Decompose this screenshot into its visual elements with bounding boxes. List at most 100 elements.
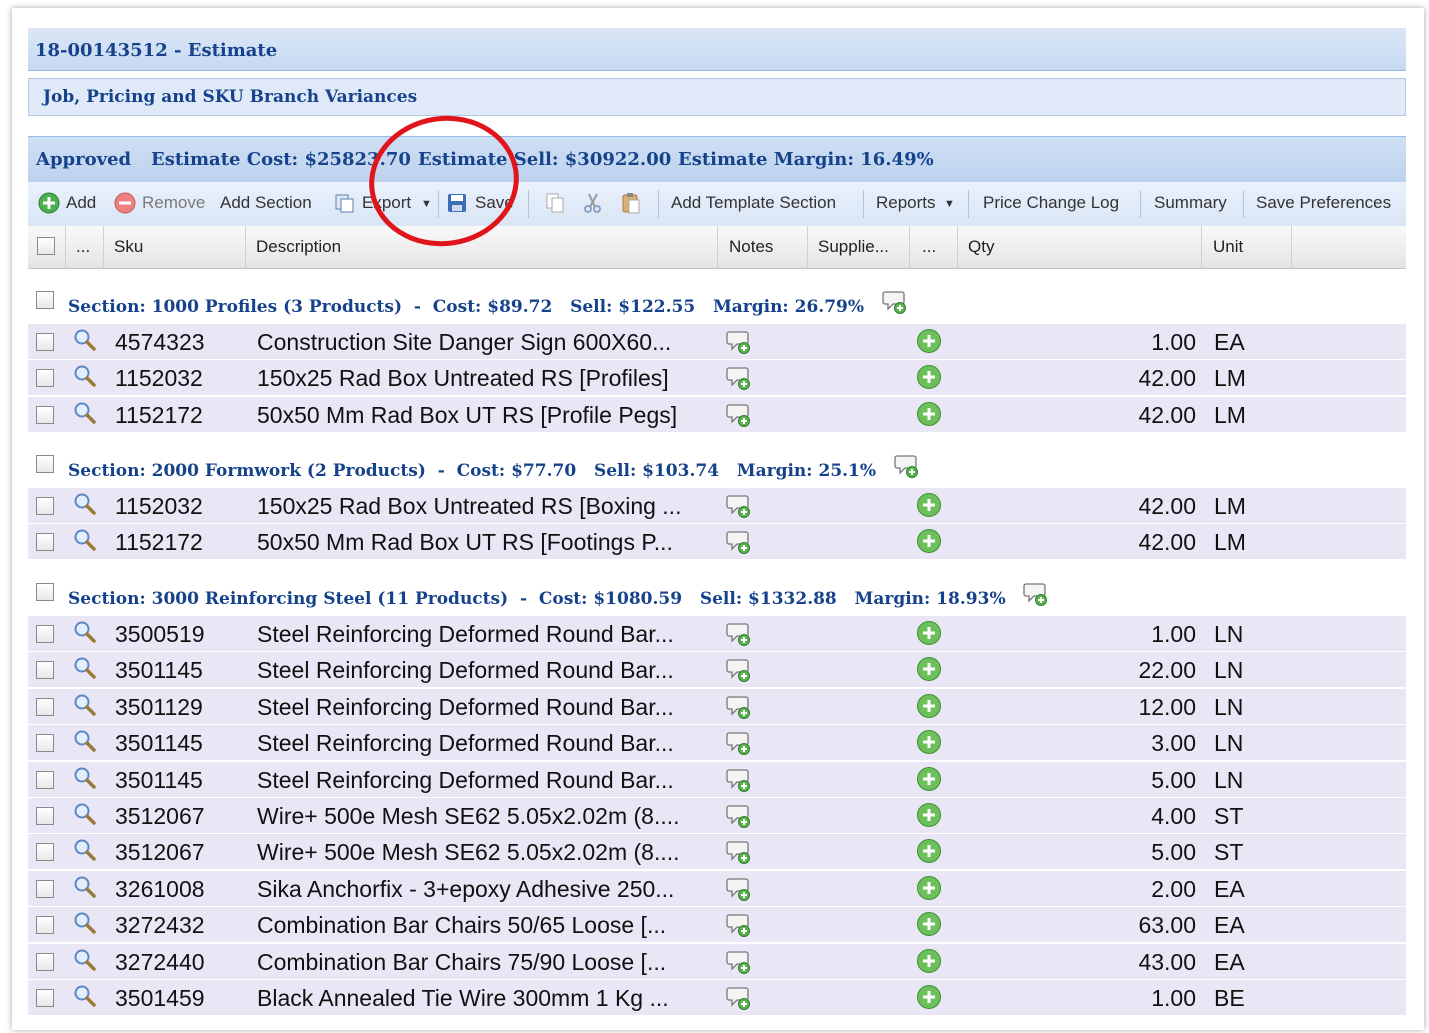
table-row[interactable]: 3261008 Sika Anchorfix - 3+epoxy Adhesive…: [28, 870, 1406, 907]
row-checkbox[interactable]: [36, 734, 54, 753]
row-notes-icon[interactable]: [726, 912, 752, 942]
row-checkbox[interactable]: [36, 916, 54, 935]
row-qty[interactable]: 42.00: [1028, 365, 1196, 392]
row-supplier-add-icon[interactable]: [916, 984, 942, 1014]
row-qty[interactable]: 12.00: [1028, 694, 1196, 721]
row-checkbox[interactable]: [36, 879, 54, 898]
row-supplier-add-icon[interactable]: [916, 948, 942, 978]
row-supplier-add-icon[interactable]: [916, 364, 942, 394]
add-note-icon[interactable]: [894, 453, 920, 484]
cut-icon[interactable]: [582, 192, 604, 214]
column-header-unit[interactable]: Unit: [1202, 226, 1292, 268]
export-button[interactable]: Export: [362, 193, 411, 213]
section-checkbox[interactable]: [36, 455, 54, 473]
table-row[interactable]: 3501129 Steel Reinforcing Deformed Round …: [28, 688, 1406, 725]
view-details-icon[interactable]: [72, 527, 98, 557]
row-qty[interactable]: 2.00: [1028, 876, 1196, 903]
view-details-icon[interactable]: [72, 491, 98, 521]
row-supplier-add-icon[interactable]: [916, 528, 942, 558]
view-details-icon[interactable]: [72, 801, 98, 831]
view-details-icon[interactable]: [72, 947, 98, 977]
table-row[interactable]: 1152032 150x25 Rad Box Untreated RS [Boxi…: [28, 488, 1406, 524]
table-row[interactable]: 3272440 Combination Bar Chairs 75/90 Loos…: [28, 943, 1406, 980]
row-checkbox[interactable]: [36, 497, 54, 515]
row-checkbox[interactable]: [36, 405, 54, 424]
row-supplier-add-icon[interactable]: [916, 911, 942, 941]
row-supplier-add-icon[interactable]: [916, 492, 942, 522]
table-row[interactable]: 3501145 Steel Reinforcing Deformed Round …: [28, 761, 1406, 798]
section-header[interactable]: Section: 3000 Reinforcing Steel (11 Prod…: [28, 578, 1406, 618]
row-supplier-add-icon[interactable]: [916, 766, 942, 796]
row-qty[interactable]: 3.00: [1028, 730, 1196, 757]
copy-icon[interactable]: [544, 192, 566, 214]
save-icon[interactable]: [446, 192, 468, 214]
view-details-icon[interactable]: [72, 327, 98, 357]
column-header-supplier[interactable]: Supplie...: [808, 226, 910, 268]
row-qty[interactable]: 5.00: [1028, 839, 1196, 866]
row-notes-icon[interactable]: [726, 767, 752, 797]
export-dropdown-icon[interactable]: ▼: [421, 198, 432, 210]
row-qty[interactable]: 42.00: [1028, 529, 1196, 556]
row-qty[interactable]: 22.00: [1028, 657, 1196, 684]
view-details-icon[interactable]: [72, 692, 98, 722]
table-row[interactable]: 3512067 Wire+ 500e Mesh SE62 5.05x2.02m (…: [28, 834, 1406, 871]
row-supplier-add-icon[interactable]: [916, 620, 942, 650]
row-notes-icon[interactable]: [726, 803, 752, 833]
row-checkbox[interactable]: [36, 533, 54, 552]
row-notes-icon[interactable]: [726, 529, 752, 559]
row-qty[interactable]: 63.00: [1028, 912, 1196, 939]
add-icon[interactable]: [38, 192, 60, 214]
table-row[interactable]: 3272432 Combination Bar Chairs 50/65 Loos…: [28, 907, 1406, 944]
row-notes-icon[interactable]: [726, 839, 752, 869]
table-row[interactable]: 4574323 Construction Site Danger Sign 600…: [28, 324, 1406, 360]
column-header-notes[interactable]: Notes: [718, 226, 808, 268]
column-menu-header-2[interactable]: ...: [910, 226, 958, 268]
row-notes-icon[interactable]: [726, 329, 752, 359]
row-checkbox[interactable]: [36, 661, 54, 680]
column-header-qty[interactable]: Qty: [958, 226, 1202, 268]
row-checkbox[interactable]: [36, 843, 54, 862]
row-qty[interactable]: 42.00: [1028, 402, 1196, 429]
view-details-icon[interactable]: [72, 837, 98, 867]
section-header[interactable]: Section: 1000 Profiles (3 Products) - Co…: [28, 286, 1406, 326]
row-qty[interactable]: 1.00: [1028, 329, 1196, 356]
row-qty[interactable]: 42.00: [1028, 493, 1196, 520]
row-supplier-add-icon[interactable]: [916, 656, 942, 686]
row-supplier-add-icon[interactable]: [916, 875, 942, 905]
row-notes-icon[interactable]: [726, 493, 752, 523]
row-supplier-add-icon[interactable]: [916, 838, 942, 868]
row-checkbox[interactable]: [36, 807, 54, 825]
view-details-icon[interactable]: [72, 765, 98, 795]
reports-dropdown-icon[interactable]: ▼: [944, 198, 955, 210]
row-notes-icon[interactable]: [726, 402, 752, 432]
column-header-description[interactable]: Description: [246, 226, 718, 268]
table-row[interactable]: 3512067 Wire+ 500e Mesh SE62 5.05x2.02m (…: [28, 798, 1406, 834]
row-checkbox[interactable]: [36, 697, 54, 716]
row-notes-icon[interactable]: [726, 621, 752, 651]
table-row[interactable]: 3500519 Steel Reinforcing Deformed Round …: [28, 616, 1406, 652]
add-note-icon[interactable]: [1023, 581, 1049, 612]
panel-header[interactable]: Job, Pricing and SKU Branch Variances: [28, 78, 1406, 116]
table-row[interactable]: 1152172 50x50 Mm Rad Box UT RS [Footings …: [28, 524, 1406, 561]
column-header-sku[interactable]: Sku: [104, 226, 246, 268]
row-notes-icon[interactable]: [726, 985, 752, 1015]
row-notes-icon[interactable]: [726, 365, 752, 395]
row-qty[interactable]: 1.00: [1028, 985, 1196, 1012]
price-change-log-button[interactable]: Price Change Log: [983, 193, 1119, 213]
row-notes-icon[interactable]: [726, 949, 752, 979]
view-details-icon[interactable]: [72, 874, 98, 904]
row-qty[interactable]: 43.00: [1028, 949, 1196, 976]
view-details-icon[interactable]: [72, 363, 98, 393]
row-supplier-add-icon[interactable]: [916, 802, 942, 832]
row-checkbox[interactable]: [36, 770, 54, 789]
view-details-icon[interactable]: [72, 655, 98, 685]
row-checkbox[interactable]: [36, 989, 54, 1007]
select-all-checkbox[interactable]: [37, 237, 55, 255]
row-checkbox[interactable]: [36, 625, 54, 643]
row-checkbox[interactable]: [36, 952, 54, 971]
row-qty[interactable]: 5.00: [1028, 767, 1196, 794]
export-icon[interactable]: [334, 192, 356, 214]
add-button[interactable]: Add: [66, 193, 96, 213]
summary-button[interactable]: Summary: [1154, 193, 1227, 213]
row-supplier-add-icon[interactable]: [916, 328, 942, 358]
